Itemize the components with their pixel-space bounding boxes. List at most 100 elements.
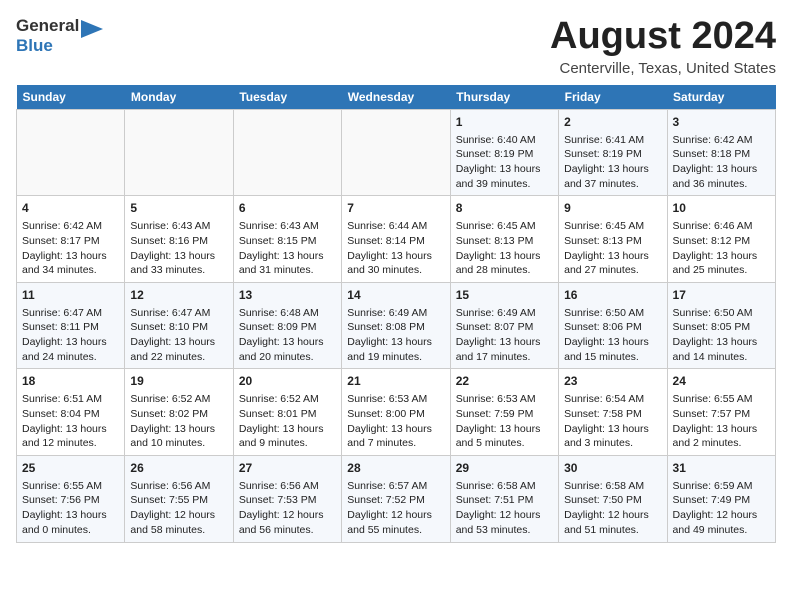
day-info: Sunrise: 6:56 AM Sunset: 7:55 PM Dayligh… xyxy=(130,479,227,538)
day-of-week-header: Friday xyxy=(559,85,667,110)
calendar-cell: 26 Sunrise: 6:56 AM Sunset: 7:55 PM Dayli… xyxy=(125,455,233,542)
day-info: Sunrise: 6:48 AM Sunset: 8:09 PM Dayligh… xyxy=(239,306,336,365)
calendar-cell xyxy=(342,109,450,196)
calendar-cell: 12Sunrise: 6:47 AM Sunset: 8:10 PM Dayli… xyxy=(125,282,233,369)
calendar-cell: 6 Sunrise: 6:43 AM Sunset: 8:15 PM Daylig… xyxy=(233,196,341,283)
day-info: Sunrise: 6:52 AM Sunset: 8:01 PM Dayligh… xyxy=(239,392,336,451)
day-info: Sunrise: 6:50 AM Sunset: 8:06 PM Dayligh… xyxy=(564,306,661,365)
day-number: 5 xyxy=(130,200,227,217)
calendar-cell: 19 Sunrise: 6:52 AM Sunset: 8:02 PM Dayli… xyxy=(125,369,233,456)
calendar-cell: 16 Sunrise: 6:50 AM Sunset: 8:06 PM Dayli… xyxy=(559,282,667,369)
day-number: 2 xyxy=(564,114,661,131)
day-number: 1 xyxy=(456,114,553,131)
calendar-header: SundayMondayTuesdayWednesdayThursdayFrid… xyxy=(17,85,776,110)
calendar-body: 1 Sunrise: 6:40 AM Sunset: 8:19 PM Daylig… xyxy=(17,109,776,542)
calendar-week-row: 11 Sunrise: 6:47 AM Sunset: 8:11 PM Dayli… xyxy=(17,282,776,369)
day-of-week-header: Tuesday xyxy=(233,85,341,110)
logo-line1: General xyxy=(16,16,79,36)
day-number: 3 xyxy=(673,114,770,131)
calendar-cell: 3 Sunrise: 6:42 AM Sunset: 8:18 PM Daylig… xyxy=(667,109,775,196)
day-of-week-header: Sunday xyxy=(17,85,125,110)
day-number: 4 xyxy=(22,200,119,217)
calendar-week-row: 18 Sunrise: 6:51 AM Sunset: 8:04 PM Dayli… xyxy=(17,369,776,456)
main-title: August 2024 xyxy=(550,16,776,58)
day-info: Sunrise: 6:45 AM Sunset: 8:13 PM Dayligh… xyxy=(456,219,553,278)
day-number: 24 xyxy=(673,373,770,390)
day-number: 28 xyxy=(347,460,444,477)
day-number: 9 xyxy=(564,200,661,217)
day-info: Sunrise: 6:40 AM Sunset: 8:19 PM Dayligh… xyxy=(456,133,553,192)
day-number: 30 xyxy=(564,460,661,477)
day-info: Sunrise: 6:58 AM Sunset: 7:51 PM Dayligh… xyxy=(456,479,553,538)
calendar-cell: 17Sunrise: 6:50 AM Sunset: 8:05 PM Dayli… xyxy=(667,282,775,369)
day-info: Sunrise: 6:47 AM Sunset: 8:11 PM Dayligh… xyxy=(22,306,119,365)
day-number: 11 xyxy=(22,287,119,304)
calendar-cell: 9 Sunrise: 6:45 AM Sunset: 8:13 PM Daylig… xyxy=(559,196,667,283)
day-number: 26 xyxy=(130,460,227,477)
calendar-cell: 23 Sunrise: 6:54 AM Sunset: 7:58 PM Dayli… xyxy=(559,369,667,456)
day-info: Sunrise: 6:52 AM Sunset: 8:02 PM Dayligh… xyxy=(130,392,227,451)
day-number: 15 xyxy=(456,287,553,304)
day-info: Sunrise: 6:44 AM Sunset: 8:14 PM Dayligh… xyxy=(347,219,444,278)
day-number: 18 xyxy=(22,373,119,390)
day-number: 20 xyxy=(239,373,336,390)
day-number: 7 xyxy=(347,200,444,217)
calendar-cell: 4 Sunrise: 6:42 AM Sunset: 8:17 PM Daylig… xyxy=(17,196,125,283)
day-number: 13 xyxy=(239,287,336,304)
day-number: 29 xyxy=(456,460,553,477)
day-info: Sunrise: 6:54 AM Sunset: 7:58 PM Dayligh… xyxy=(564,392,661,451)
calendar-cell: 14Sunrise: 6:49 AM Sunset: 8:08 PM Dayli… xyxy=(342,282,450,369)
calendar-cell: 25 Sunrise: 6:55 AM Sunset: 7:56 PM Dayli… xyxy=(17,455,125,542)
title-block: August 2024 Centerville, Texas, United S… xyxy=(550,16,776,77)
day-info: Sunrise: 6:47 AM Sunset: 8:10 PM Dayligh… xyxy=(130,306,227,365)
day-info: Sunrise: 6:42 AM Sunset: 8:17 PM Dayligh… xyxy=(22,219,119,278)
day-info: Sunrise: 6:55 AM Sunset: 7:56 PM Dayligh… xyxy=(22,479,119,538)
day-info: Sunrise: 6:53 AM Sunset: 7:59 PM Dayligh… xyxy=(456,392,553,451)
day-number: 31 xyxy=(673,460,770,477)
day-info: Sunrise: 6:42 AM Sunset: 8:18 PM Dayligh… xyxy=(673,133,770,192)
day-info: Sunrise: 6:53 AM Sunset: 8:00 PM Dayligh… xyxy=(347,392,444,451)
calendar-cell xyxy=(233,109,341,196)
day-number: 16 xyxy=(564,287,661,304)
calendar-cell: 13 Sunrise: 6:48 AM Sunset: 8:09 PM Dayli… xyxy=(233,282,341,369)
day-number: 21 xyxy=(347,373,444,390)
calendar-cell: 22 Sunrise: 6:53 AM Sunset: 7:59 PM Dayli… xyxy=(450,369,558,456)
calendar-cell: 5 Sunrise: 6:43 AM Sunset: 8:16 PM Daylig… xyxy=(125,196,233,283)
logo-arrow-icon xyxy=(81,20,103,38)
day-number: 23 xyxy=(564,373,661,390)
day-number: 6 xyxy=(239,200,336,217)
day-info: Sunrise: 6:49 AM Sunset: 8:08 PM Dayligh… xyxy=(347,306,444,365)
day-info: Sunrise: 6:45 AM Sunset: 8:13 PM Dayligh… xyxy=(564,219,661,278)
calendar-cell: 10 Sunrise: 6:46 AM Sunset: 8:12 PM Dayli… xyxy=(667,196,775,283)
calendar-table: SundayMondayTuesdayWednesdayThursdayFrid… xyxy=(16,85,776,543)
day-info: Sunrise: 6:58 AM Sunset: 7:50 PM Dayligh… xyxy=(564,479,661,538)
day-info: Sunrise: 6:50 AM Sunset: 8:05 PM Dayligh… xyxy=(673,306,770,365)
day-number: 8 xyxy=(456,200,553,217)
subtitle: Centerville, Texas, United States xyxy=(550,60,776,77)
day-number: 22 xyxy=(456,373,553,390)
calendar-cell: 1 Sunrise: 6:40 AM Sunset: 8:19 PM Daylig… xyxy=(450,109,558,196)
logo-line2: Blue xyxy=(16,36,79,56)
calendar-cell: 2Sunrise: 6:41 AM Sunset: 8:19 PM Daylig… xyxy=(559,109,667,196)
day-info: Sunrise: 6:43 AM Sunset: 8:15 PM Dayligh… xyxy=(239,219,336,278)
calendar-cell: 30 Sunrise: 6:58 AM Sunset: 7:50 PM Dayli… xyxy=(559,455,667,542)
day-of-week-header: Thursday xyxy=(450,85,558,110)
day-info: Sunrise: 6:46 AM Sunset: 8:12 PM Dayligh… xyxy=(673,219,770,278)
calendar-cell: 7 Sunrise: 6:44 AM Sunset: 8:14 PM Daylig… xyxy=(342,196,450,283)
calendar-cell: 31Sunrise: 6:59 AM Sunset: 7:49 PM Dayli… xyxy=(667,455,775,542)
day-info: Sunrise: 6:51 AM Sunset: 8:04 PM Dayligh… xyxy=(22,392,119,451)
day-of-week-header: Monday xyxy=(125,85,233,110)
calendar-cell xyxy=(125,109,233,196)
day-number: 19 xyxy=(130,373,227,390)
day-info: Sunrise: 6:43 AM Sunset: 8:16 PM Dayligh… xyxy=(130,219,227,278)
calendar-cell xyxy=(17,109,125,196)
calendar-cell: 28Sunrise: 6:57 AM Sunset: 7:52 PM Dayli… xyxy=(342,455,450,542)
logo: General Blue xyxy=(16,16,86,56)
day-info: Sunrise: 6:55 AM Sunset: 7:57 PM Dayligh… xyxy=(673,392,770,451)
day-number: 10 xyxy=(673,200,770,217)
day-of-week-header: Saturday xyxy=(667,85,775,110)
day-number: 25 xyxy=(22,460,119,477)
calendar-cell: 24 Sunrise: 6:55 AM Sunset: 7:57 PM Dayli… xyxy=(667,369,775,456)
day-of-week-header: Wednesday xyxy=(342,85,450,110)
calendar-week-row: 4 Sunrise: 6:42 AM Sunset: 8:17 PM Daylig… xyxy=(17,196,776,283)
